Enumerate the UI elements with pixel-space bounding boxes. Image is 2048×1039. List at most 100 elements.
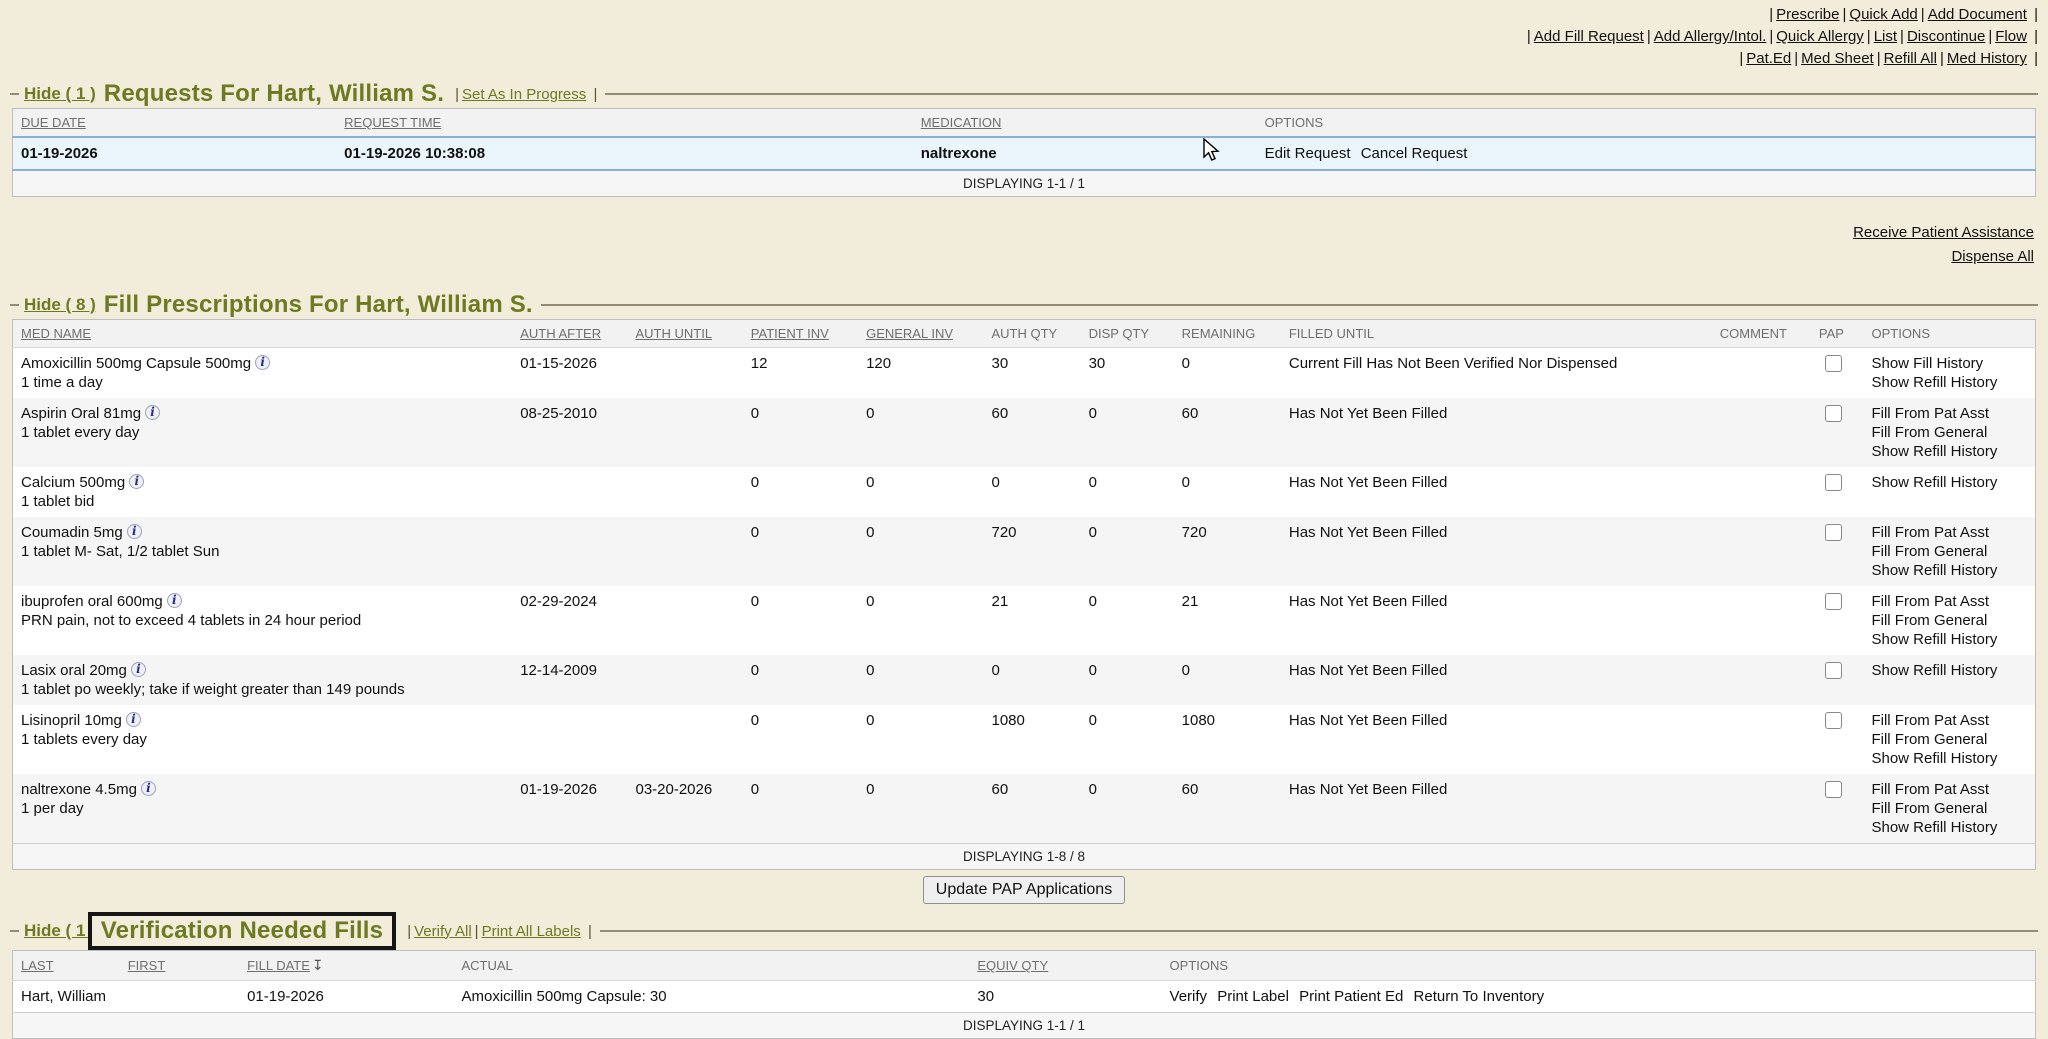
verify-link[interactable]: Verify [1170, 988, 1208, 1005]
pap-checkbox[interactable] [1825, 662, 1842, 679]
edit-request-link[interactable]: Edit Request [1265, 145, 1351, 162]
pap-checkbox[interactable] [1825, 593, 1842, 610]
mouse-cursor [1203, 138, 1225, 162]
med-name[interactable]: Aspirin Oral 81mg [21, 405, 141, 422]
col-med-name[interactable]: MED NAME [13, 320, 513, 348]
verification-hide-link[interactable]: Hide ( 1 ) [24, 921, 96, 941]
med-name[interactable]: naltrexone 4.5mg [21, 781, 137, 798]
col-fill-date[interactable]: FILL DATE↧ [239, 951, 453, 981]
info-icon[interactable]: i [145, 405, 160, 420]
show-refill-history-link[interactable]: Show Refill History [1871, 473, 2027, 492]
med-name[interactable]: Lisinopril 10mg [21, 712, 122, 729]
col-last[interactable]: LAST [13, 951, 120, 981]
show-refill-history-link[interactable]: Show Refill History [1871, 561, 2027, 580]
col-equiv-qty[interactable]: EQUIV QTY [969, 951, 1161, 981]
fill-from-pat-asst-link[interactable]: Fill From Pat Asst [1871, 523, 2027, 542]
fill-from-general-link[interactable]: Fill From General [1871, 611, 2027, 630]
col-patient-inv[interactable]: PATIENT INV [743, 320, 858, 348]
med-sheet-link[interactable]: Med Sheet [1791, 50, 1873, 67]
fill-from-general-link[interactable]: Fill From General [1871, 730, 2027, 749]
request-row[interactable]: 01-19-2026 01-19-2026 10:38:08 naltrexon… [13, 137, 2036, 170]
receive-patient-assistance-link[interactable]: Receive Patient Assistance [0, 221, 2034, 245]
show-refill-history-link[interactable]: Show Refill History [1871, 442, 2027, 461]
med-name[interactable]: Amoxicillin 500mg Capsule 500mg [21, 355, 251, 372]
auth-until [627, 467, 742, 517]
col-request-time[interactable]: REQUEST TIME [336, 109, 913, 138]
pap-checkbox[interactable] [1825, 524, 1842, 541]
verification-title: Verification Needed Fills [88, 912, 396, 950]
disp-qty: 0 [1081, 517, 1174, 586]
pap-checkbox[interactable] [1825, 355, 1842, 372]
info-icon[interactable]: i [126, 712, 141, 727]
info-icon[interactable]: i [255, 355, 270, 370]
requests-hide-link[interactable]: Hide ( 1 ) [24, 84, 96, 104]
pap-checkbox[interactable] [1825, 474, 1842, 491]
show-refill-history-link[interactable]: Show Refill History [1871, 749, 2027, 768]
cancel-request-link[interactable]: Cancel Request [1361, 145, 1468, 162]
fill-row-coumadin: Coumadin 5mg i 1 tablet M- Sat, 1/2 tablet… [13, 517, 2036, 586]
discontinue-link[interactable]: Discontinue [1897, 28, 1985, 45]
print-all-labels-link[interactable]: Print All Labels [472, 923, 581, 940]
add-allergy-intol-link[interactable]: Add Allergy/Intol. [1644, 28, 1766, 45]
show-refill-history-link[interactable]: Show Refill History [1871, 630, 2027, 649]
pap-checkbox[interactable] [1825, 781, 1842, 798]
update-pap-applications-button[interactable]: Update PAP Applications [923, 876, 1125, 904]
col-medication[interactable]: MEDICATION [913, 109, 1257, 138]
pap-checkbox[interactable] [1825, 712, 1842, 729]
flow-link[interactable]: Flow [1985, 28, 2027, 45]
prescribe-link[interactable]: Prescribe [1766, 6, 1839, 23]
fill-hide-link[interactable]: Hide ( 8 ) [24, 295, 96, 315]
col-auth-until[interactable]: AUTH UNTIL [627, 320, 742, 348]
col-general-inv[interactable]: GENERAL INV [858, 320, 983, 348]
info-icon[interactable]: i [129, 474, 144, 489]
disp-qty: 0 [1081, 705, 1174, 774]
print-label-link[interactable]: Print Label [1217, 988, 1289, 1005]
info-icon[interactable]: i [131, 662, 146, 677]
med-name[interactable]: Coumadin 5mg [21, 524, 123, 541]
fill-from-general-link[interactable]: Fill From General [1871, 542, 2027, 561]
auth-after [512, 467, 627, 517]
fill-prescriptions-section: Hide ( 8 ) Fill Prescriptions For Hart, … [0, 291, 2048, 904]
add-document-link[interactable]: Add Document [1918, 6, 2027, 23]
fill-from-general-link[interactable]: Fill From General [1871, 423, 2027, 442]
fill-from-pat-asst-link[interactable]: Fill From Pat Asst [1871, 780, 2027, 799]
med-name[interactable]: Lasix oral 20mg [21, 662, 127, 679]
fill-from-pat-asst-link[interactable]: Fill From Pat Asst [1871, 404, 2027, 423]
pat-ed-link[interactable]: Pat.Ed [1736, 50, 1791, 67]
pap-checkbox[interactable] [1825, 405, 1842, 422]
add-fill-request-link[interactable]: Add Fill Request [1524, 28, 1644, 45]
med-sig: 1 tablet M- Sat, 1/2 tablet Sun [21, 542, 504, 561]
return-to-inventory-link[interactable]: Return To Inventory [1414, 988, 1545, 1005]
med-name[interactable]: ibuprofen oral 600mg [21, 593, 163, 610]
col-due-date[interactable]: DUE DATE [13, 109, 337, 138]
info-icon[interactable]: i [141, 781, 156, 796]
info-icon[interactable]: i [127, 524, 142, 539]
col-first[interactable]: FIRST [120, 951, 239, 981]
fill-from-pat-asst-link[interactable]: Fill From Pat Asst [1871, 711, 2027, 730]
med-name[interactable]: Calcium 500mg [21, 474, 125, 491]
auth-after [512, 705, 627, 774]
refill-all-link[interactable]: Refill All [1874, 50, 1937, 67]
info-icon[interactable]: i [167, 593, 182, 608]
show-refill-history-link[interactable]: Show Refill History [1871, 373, 2027, 392]
verification-section: Hide ( 1 ) Verification Needed Fills Ver… [0, 912, 2048, 1039]
verify-all-link[interactable]: Verify All [404, 923, 471, 940]
print-patient-ed-link[interactable]: Print Patient Ed [1299, 988, 1403, 1005]
show-refill-history-link[interactable]: Show Refill History [1871, 661, 2027, 680]
fill-from-general-link[interactable]: Fill From General [1871, 799, 2027, 818]
auth-qty: 21 [984, 586, 1081, 655]
list-link[interactable]: List [1864, 28, 1897, 45]
col-auth-after[interactable]: AUTH AFTER [512, 320, 627, 348]
col-comment: COMMENT [1712, 320, 1811, 348]
fill-from-pat-asst-link[interactable]: Fill From Pat Asst [1871, 592, 2027, 611]
dispense-all-link[interactable]: Dispense All [0, 245, 2034, 269]
show-refill-history-link[interactable]: Show Refill History [1871, 818, 2027, 837]
set-as-in-progress-link[interactable]: Set As In Progress [452, 86, 586, 103]
med-history-link[interactable]: Med History [1937, 50, 2027, 67]
quick-add-link[interactable]: Quick Add [1840, 6, 1918, 23]
auth-qty: 1080 [984, 705, 1081, 774]
show-fill-history-link[interactable]: Show Fill History [1871, 354, 2027, 373]
quick-allergy-link[interactable]: Quick Allergy [1766, 28, 1863, 45]
remaining: 1080 [1174, 705, 1281, 774]
patient-assistance-links: Receive Patient Assistance Dispense All [0, 221, 2048, 269]
